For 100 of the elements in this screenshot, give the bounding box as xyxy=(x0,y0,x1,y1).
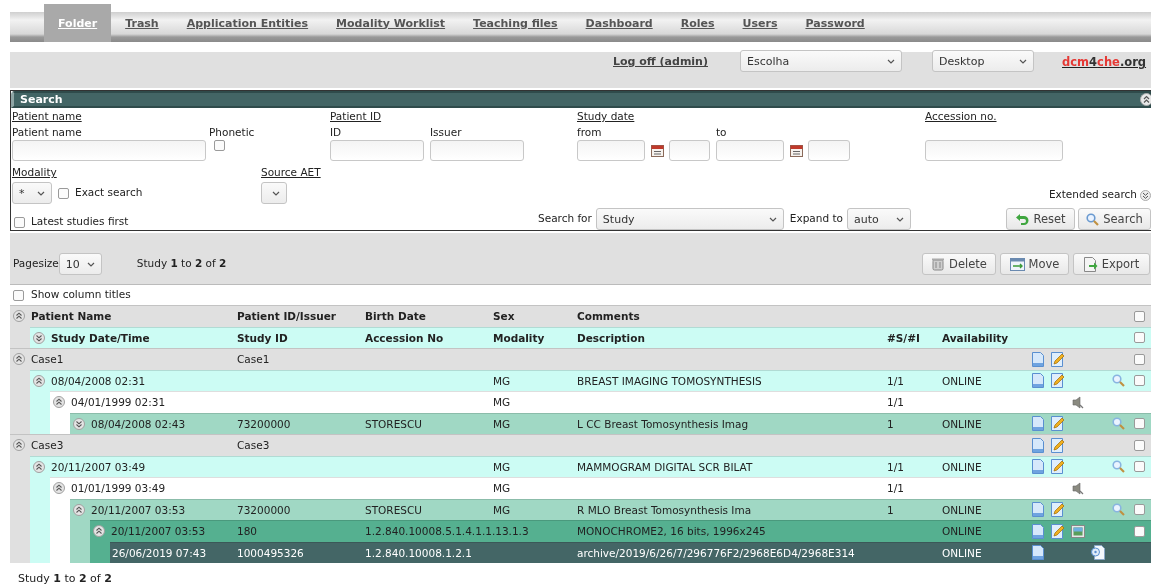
row-checkbox[interactable] xyxy=(1134,418,1145,430)
row-checkbox[interactable] xyxy=(1134,504,1145,516)
logo-link[interactable]: dcm4che.org xyxy=(1062,55,1151,69)
collapse-toggle[interactable] xyxy=(13,439,25,452)
collapse-icon[interactable] xyxy=(1140,93,1151,106)
document-icon[interactable] xyxy=(1032,351,1044,367)
edit-icon[interactable] xyxy=(1051,373,1065,389)
nav-tab[interactable]: Users xyxy=(728,4,792,42)
move-button[interactable]: Move xyxy=(1000,253,1069,275)
collapse-toggle[interactable] xyxy=(13,353,25,366)
row-checkbox[interactable] xyxy=(1134,310,1145,322)
export-button[interactable]: Export xyxy=(1073,253,1150,275)
source-aet-dropdown[interactable] xyxy=(261,182,287,204)
nav-tab[interactable]: Trash xyxy=(111,4,173,42)
speaker-icon[interactable] xyxy=(1072,481,1084,495)
nav-tab[interactable]: Modality Worklist xyxy=(322,4,460,42)
column-title: Birth Date xyxy=(365,310,426,323)
table-cell: L CC Breast Tomosynthesis Imag xyxy=(577,417,749,430)
pagesize-dropdown[interactable]: 10 xyxy=(58,253,102,275)
row-checkbox[interactable] xyxy=(1134,353,1145,365)
search-icon[interactable] xyxy=(1111,460,1125,474)
expand-to-dropdown[interactable]: auto xyxy=(847,208,911,230)
search-icon[interactable] xyxy=(1111,417,1125,431)
page-arrow-icon xyxy=(1083,256,1098,272)
time-from-field[interactable] xyxy=(669,140,710,161)
document-icon[interactable] xyxy=(1032,416,1044,432)
nav-tab[interactable]: Dashboard xyxy=(571,4,667,42)
delete-button[interactable]: Delete xyxy=(922,253,996,275)
collapse-toggle[interactable] xyxy=(13,310,25,323)
extended-search-label[interactable]: Extended search xyxy=(1048,188,1137,202)
column-title: #S/#I xyxy=(887,331,920,344)
calendar-icon[interactable] xyxy=(789,144,803,157)
checkbox[interactable] xyxy=(58,187,69,199)
document-icon[interactable] xyxy=(1032,545,1044,561)
row-checkbox[interactable] xyxy=(1134,439,1145,451)
date-to-field[interactable] xyxy=(716,140,784,161)
edit-icon[interactable] xyxy=(1051,459,1065,475)
checkbox[interactable] xyxy=(13,289,24,301)
patient-name-field[interactable] xyxy=(12,140,206,161)
language-dropdown[interactable]: Escolha xyxy=(740,50,902,72)
table-cell: 20/11/2007 03:53 xyxy=(91,503,186,516)
column-title: Patient ID/Issuer xyxy=(237,310,337,323)
checkbox[interactable] xyxy=(214,140,225,151)
image-icon[interactable] xyxy=(1071,524,1085,538)
table-cell: 1/1 xyxy=(887,374,904,387)
row-checkbox[interactable] xyxy=(1134,525,1145,537)
layout-dropdown[interactable]: Desktop xyxy=(932,50,1034,72)
document-icon[interactable] xyxy=(1032,523,1044,539)
row-checkbox[interactable] xyxy=(1134,375,1145,387)
nav-tab[interactable]: Teaching files xyxy=(459,4,572,42)
collapse-toggle[interactable] xyxy=(33,460,45,473)
edit-icon[interactable] xyxy=(1051,437,1065,453)
table-cell: Case3 xyxy=(31,439,64,452)
document-icon[interactable] xyxy=(1032,459,1044,475)
search-icon[interactable] xyxy=(1111,374,1125,388)
row-checkbox[interactable] xyxy=(1134,332,1145,344)
undo-arrow-icon xyxy=(1015,213,1030,225)
field-label: Patient name xyxy=(12,126,82,140)
field-label: ID xyxy=(330,126,342,140)
date-from-field[interactable] xyxy=(577,140,645,161)
document-icon[interactable] xyxy=(1032,502,1044,518)
field-heading: Modality xyxy=(12,166,57,180)
collapse-toggle[interactable] xyxy=(53,482,65,495)
collapse-toggle[interactable] xyxy=(53,396,65,409)
patient-id-field[interactable] xyxy=(330,140,424,161)
checkbox-label: Exact search xyxy=(75,186,143,200)
edit-icon[interactable] xyxy=(1051,416,1065,432)
table-cell: 73200000 xyxy=(237,417,291,430)
nav-tab[interactable]: Roles xyxy=(666,4,729,42)
edit-icon[interactable] xyxy=(1051,523,1065,539)
speaker-icon[interactable] xyxy=(1072,395,1084,409)
checkbox[interactable] xyxy=(14,216,25,228)
accession-field[interactable] xyxy=(925,140,1063,161)
collapse-toggle[interactable] xyxy=(93,525,105,538)
document-icon[interactable] xyxy=(1032,373,1044,389)
edit-icon[interactable] xyxy=(1051,502,1065,518)
edit-icon[interactable] xyxy=(1051,351,1065,367)
row-checkbox[interactable] xyxy=(1134,461,1145,473)
search-button[interactable]: Search xyxy=(1078,208,1151,230)
column-title: Comments xyxy=(577,310,640,323)
table-cell: 08/04/2008 02:31 xyxy=(51,374,146,387)
modality-dropdown[interactable]: * xyxy=(12,182,52,204)
search-icon[interactable] xyxy=(1111,503,1125,517)
nav-tab[interactable]: Password xyxy=(791,4,879,42)
search-for-dropdown[interactable]: Study xyxy=(595,208,784,230)
file-icon[interactable] xyxy=(1091,545,1105,561)
collapse-toggle[interactable] xyxy=(33,374,45,387)
document-icon[interactable] xyxy=(1032,437,1044,453)
expand-toggle[interactable] xyxy=(73,417,85,430)
issuer-field[interactable] xyxy=(430,140,524,161)
calendar-icon[interactable] xyxy=(650,144,664,157)
time-to-field[interactable] xyxy=(808,140,850,161)
field-heading: Study date xyxy=(577,110,636,124)
reset-button[interactable]: Reset xyxy=(1006,208,1075,230)
expand-toggle[interactable] xyxy=(33,331,45,344)
expand-icon[interactable] xyxy=(1140,189,1151,201)
caret-icon xyxy=(1019,58,1027,64)
nav-tab[interactable]: Application Entities xyxy=(172,4,323,42)
logoff-link[interactable]: Log off (admin) xyxy=(613,55,740,68)
collapse-toggle[interactable] xyxy=(73,503,85,516)
